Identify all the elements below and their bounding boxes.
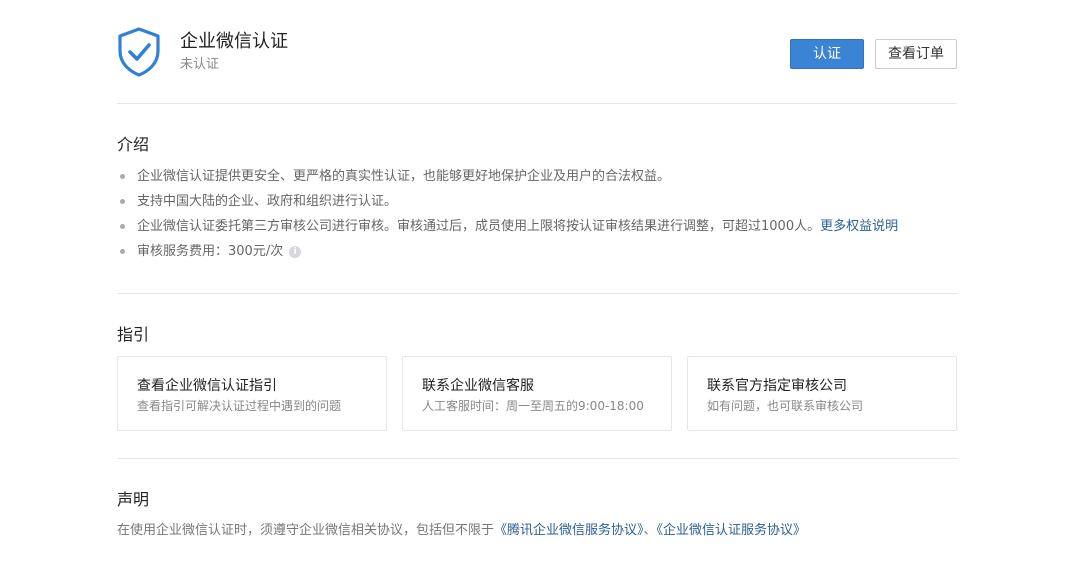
bullet-icon [120,249,125,254]
bullet-icon [120,224,125,229]
card-desc: 如有问题，也可联系审核公司 [707,399,864,413]
card-title: 联系官方指定审核公司 [707,378,847,394]
card-desc: 人工客服时间：周一至周五的9:00-18:00 [422,399,644,413]
statement-section: 声明 在使用企业微信认证时，须遵守企业微信相关协议，包括但不限于《腾讯企业微信服… [117,459,957,541]
list-item: 支持中国大陆的企业、政府和组织进行认证。 [117,189,957,214]
bullet-icon [120,199,125,204]
guide-cards: 查看企业微信认证指引 查看指引可解决认证过程中遇到的问题 联系企业微信客服 人工… [117,356,957,431]
intro-title: 介绍 [117,135,150,154]
verification-service-agreement-link[interactable]: 《企业微信认证服务协议》 [657,523,807,538]
guide-card-verification-guide[interactable]: 查看企业微信认证指引 查看指引可解决认证过程中遇到的问题 [117,356,387,431]
list-item: 审核服务费用：300元/次 i [117,239,957,264]
statement-text: 在使用企业微信认证时，须遵守企业微信相关协议，包括但不限于《腾讯企业微信服务协议… [117,523,807,538]
intro-section: 介绍 企业微信认证提供更安全、更严格的真实性认证，也能够更好地保护企业及用户的合… [117,104,957,294]
list-item: 企业微信认证委托第三方审核公司进行审核。审核通过后，成员使用上限将按认证审核结果… [117,214,957,239]
guide-section: 指引 查看企业微信认证指引 查看指引可解决认证过程中遇到的问题 联系企业微信客服… [117,294,957,459]
tencent-service-agreement-link[interactable]: 《腾讯企业微信服务协议》 [494,523,644,538]
guide-card-customer-service[interactable]: 联系企业微信客服 人工客服时间：周一至周五的9:00-18:00 [402,356,672,431]
card-desc: 查看指引可解决认证过程中遇到的问题 [137,399,342,413]
verification-page: 企业微信认证 未认证 认证 查看订单 介绍 企业微信认证提供更安全、更严格的真实… [117,0,957,541]
card-title: 查看企业微信认证指引 [137,378,277,394]
verify-button[interactable]: 认证 [790,39,864,69]
list-item: 企业微信认证提供更安全、更严格的真实性认证，也能够更好地保护企业及用户的合法权益… [117,164,957,189]
verification-status: 未认证 [180,57,220,72]
page-title: 企业微信认证 [180,31,288,52]
page-header: 企业微信认证 未认证 认证 查看订单 [117,0,957,104]
info-icon[interactable]: i [289,245,302,258]
guide-card-audit-company[interactable]: 联系官方指定审核公司 如有问题，也可联系审核公司 [687,356,957,431]
guide-title: 指引 [117,325,150,344]
shield-check-icon [118,27,160,77]
bullet-icon [120,174,125,179]
intro-list: 企业微信认证提供更安全、更严格的真实性认证，也能够更好地保护企业及用户的合法权益… [117,164,957,264]
more-benefits-link[interactable]: 更多权益说明 [820,219,898,234]
card-title: 联系企业微信客服 [422,378,534,394]
view-orders-button[interactable]: 查看订单 [875,39,957,69]
statement-title: 声明 [117,490,150,509]
